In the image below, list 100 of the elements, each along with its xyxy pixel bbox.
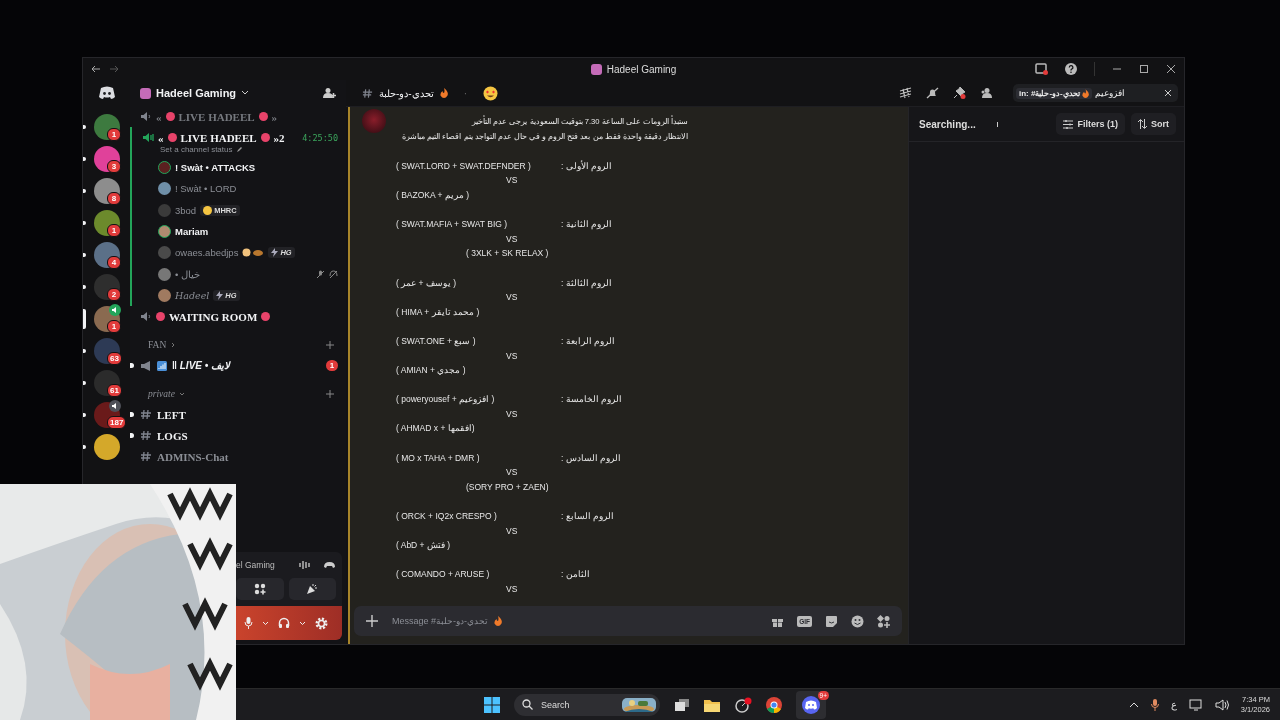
channel-name-part[interactable]: » — [271, 110, 278, 123]
logo-icon[interactable] — [97, 86, 116, 100]
channel-name[interactable]: ADMINS-Chat — [157, 450, 229, 463]
volume-icon[interactable] — [1214, 698, 1229, 711]
channel-name[interactable]: LOGS — [157, 429, 188, 442]
disconnect-icon[interactable] — [323, 561, 336, 569]
sticker-icon[interactable] — [825, 614, 838, 628]
members-icon[interactable] — [980, 87, 993, 99]
bell-slash-icon[interactable] — [926, 87, 939, 99]
apps-icon[interactable] — [253, 583, 266, 595]
message-text: VS — [506, 467, 518, 478]
unread-count: 1 — [107, 224, 121, 237]
sort-button[interactable]: Sort — [1131, 113, 1176, 135]
activities-button[interactable] — [236, 578, 284, 600]
user-avatar[interactable] — [158, 225, 171, 239]
member-name[interactable]: • خيال — [175, 268, 200, 280]
caret-icon[interactable] — [299, 620, 306, 626]
voice-channel-name[interactable]: LIVE HADEEL — [180, 131, 257, 144]
message-text: ( SWAT.ONE + سبع ) — [396, 334, 477, 349]
forward-arrow-icon[interactable] — [109, 64, 119, 74]
back-arrow-icon[interactable] — [91, 64, 101, 74]
sort-icon[interactable] — [1138, 119, 1147, 129]
browser-icon[interactable] — [766, 696, 782, 713]
add-member-icon[interactable] — [323, 87, 336, 99]
emoji-icon — [203, 205, 213, 215]
start-icon[interactable] — [484, 696, 500, 713]
caret-icon[interactable] — [262, 620, 269, 626]
fire-icon — [439, 88, 448, 98]
message-text: ( يوسف + عمر ) — [396, 276, 458, 290]
member-name[interactable]: Mariam — [175, 226, 209, 238]
network-icon[interactable] — [1188, 698, 1203, 711]
task-view-icon[interactable] — [674, 697, 690, 712]
message-text: ( HIMA + محمد تايقر ) — [396, 306, 480, 317]
message-text: VS — [506, 408, 518, 419]
caret-up-icon[interactable] — [1128, 701, 1139, 708]
speaker-icon — [142, 132, 154, 143]
party-popper-icon[interactable] — [306, 583, 319, 595]
voice-channel-name[interactable]: WAITING ROOM — [169, 310, 258, 323]
channel-name[interactable]: ‖ LIVE • لايف — [172, 360, 231, 372]
inbox-icon[interactable] — [1035, 63, 1048, 75]
megaphone-icon — [140, 360, 152, 371]
soundboard-button[interactable] — [288, 578, 336, 600]
category-name[interactable]: FAN — [148, 340, 167, 351]
apps-icon[interactable] — [877, 614, 890, 628]
voice-channel-name[interactable]: LIVE HADEEL — [178, 110, 255, 123]
filters-button[interactable]: Filters (1) — [1056, 113, 1125, 135]
user-avatar[interactable] — [158, 267, 171, 281]
taskbar-search[interactable]: Search — [514, 693, 660, 716]
member-name[interactable]: owaes.abedjps — [175, 247, 239, 259]
member-name[interactable]: ! Swàt • LORD — [175, 183, 237, 195]
filter-icon[interactable] — [1063, 119, 1074, 129]
sound-wave-icon[interactable] — [299, 560, 311, 570]
plus-icon[interactable] — [366, 615, 378, 627]
emoji-icon[interactable] — [851, 614, 864, 628]
speaker-icon — [140, 111, 152, 122]
help-icon[interactable] — [1065, 63, 1077, 75]
channel-name-part[interactable]: « — [158, 131, 164, 144]
server-icon[interactable] — [93, 434, 120, 460]
clear-icon[interactable] — [1164, 89, 1172, 97]
channel-name-part[interactable]: »2 — [273, 131, 285, 144]
message-text: ( 3XLK + SK RELAX ) — [466, 248, 549, 259]
member-name[interactable]: ! Swàt • ATTACKS — [175, 162, 256, 174]
user-avatar[interactable] — [158, 182, 171, 196]
threads-icon[interactable] — [899, 87, 912, 99]
search-icon[interactable] — [522, 699, 533, 710]
close-icon[interactable] — [1166, 64, 1176, 74]
input-language[interactable]: ع — [1170, 699, 1177, 710]
settings-icon[interactable] — [315, 616, 328, 630]
message-text: ( SWAT.MAFIA + SWAT BIG ) — [396, 218, 509, 232]
channel-status[interactable]: Set a channel status — [160, 145, 233, 154]
window-title: Hadeel Gaming — [606, 63, 677, 75]
chat-app-icon[interactable] — [802, 695, 820, 714]
member-name[interactable]: 3bod — [175, 204, 197, 216]
microphone-icon[interactable] — [244, 617, 253, 629]
category-name[interactable]: private — [148, 389, 175, 400]
headphones-icon[interactable] — [278, 617, 290, 629]
user-avatar[interactable] — [158, 161, 171, 175]
server-icon[interactable] — [93, 338, 120, 364]
plus-icon[interactable] — [326, 341, 334, 350]
folder-icon[interactable] — [704, 697, 720, 712]
dot-icon — [260, 133, 270, 142]
user-avatar[interactable] — [158, 288, 171, 302]
member-name[interactable]: Hadeel — [175, 289, 210, 301]
pencil-icon[interactable] — [235, 146, 243, 153]
search-input[interactable]: افزوعيم — [1094, 88, 1161, 98]
microphone-icon[interactable] — [1150, 698, 1159, 711]
voice-server-name[interactable]: el Gaming — [236, 560, 287, 570]
message-text: الروم الرابعة : — [561, 334, 616, 348]
server-name[interactable]: Hadeel Gaming — [156, 87, 237, 99]
maximize-icon[interactable] — [1139, 64, 1149, 74]
channel-name-part[interactable]: « — [156, 110, 162, 123]
app-icon[interactable] — [734, 696, 752, 713]
message-text: الروم الثانية : — [561, 218, 613, 232]
message-input[interactable]: Message #تحدي-دو-حلبة — [392, 616, 492, 626]
channel-name[interactable]: LEFT — [157, 408, 186, 421]
search-field[interactable]: in: #تحدي-دو-حلبة افزوعيم — [1013, 84, 1178, 102]
chevron-icon[interactable] — [241, 90, 250, 96]
server-icon[interactable] — [93, 370, 120, 396]
plus-icon[interactable] — [326, 390, 334, 399]
pin-icon[interactable] — [953, 87, 966, 99]
